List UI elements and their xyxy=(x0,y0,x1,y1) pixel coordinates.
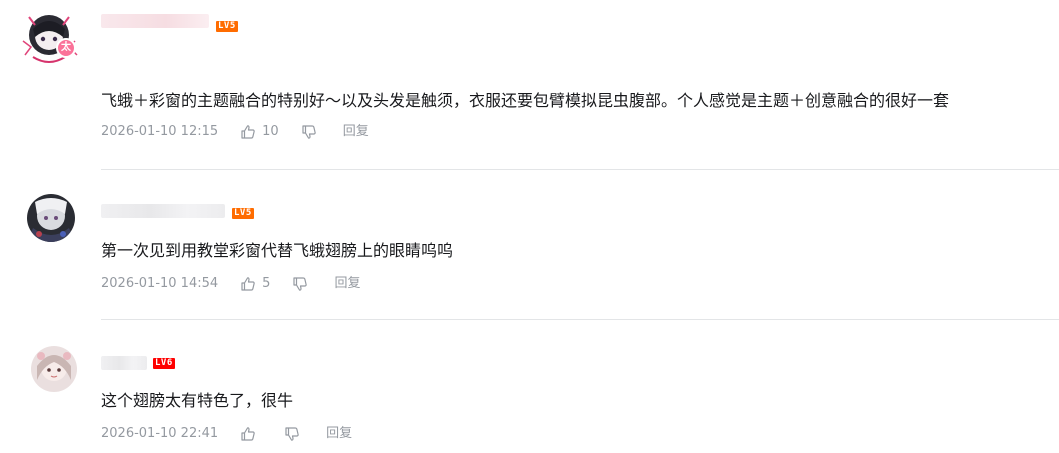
dislike-button[interactable] xyxy=(284,426,300,442)
comment-time: 2026-01-10 12:15 xyxy=(101,124,219,139)
avatar[interactable] xyxy=(27,194,75,242)
username[interactable] xyxy=(101,204,225,218)
comment-item: LV6 这个翅膀太有特色了，很牛 2026-01-10 22:41 回复 xyxy=(0,320,1059,453)
level-badge: LV5 xyxy=(232,208,254,219)
comment-meta: 2026-01-10 14:54 5 回复 xyxy=(101,274,360,294)
comment-item: LV5 第一次见到用教堂彩窗代替飞蛾翅膀上的眼睛呜呜 2026-01-10 14… xyxy=(0,170,1059,320)
reply-button[interactable]: 回复 xyxy=(334,274,360,294)
comment-item: 太 LV5 飞蛾＋彩窗的主题融合的特别好～以及头发是触须，衣服还要包臂模拟昆虫腹… xyxy=(0,0,1059,170)
avatar[interactable] xyxy=(31,346,77,392)
comment-text: 飞蛾＋彩窗的主题融合的特别好～以及头发是触须，衣服还要包臂模拟昆虫腹部。个人感觉… xyxy=(101,91,950,110)
reply-button[interactable]: 回复 xyxy=(326,424,352,444)
reply-button[interactable]: 回复 xyxy=(343,122,369,142)
username[interactable] xyxy=(101,356,147,370)
level-badge: LV6 xyxy=(153,358,175,369)
avatar-image xyxy=(31,346,77,392)
like-count: 5 xyxy=(262,276,271,291)
comment-text: 这个翅膀太有特色了，很牛 xyxy=(101,391,294,410)
level-badge: LV5 xyxy=(216,21,238,32)
user-badge: 太 xyxy=(56,38,76,58)
dislike-button[interactable] xyxy=(301,124,317,140)
comment-time: 2026-01-10 14:54 xyxy=(101,276,219,291)
thumbs-down-icon xyxy=(293,277,308,291)
thumbs-up-icon xyxy=(241,277,255,291)
avatar-image xyxy=(19,11,83,67)
dislike-button[interactable] xyxy=(292,276,308,292)
thumbs-down-icon xyxy=(302,125,316,139)
like-count: 10 xyxy=(262,124,279,139)
avatar-image xyxy=(27,194,75,242)
thumbs-down-icon xyxy=(285,427,299,441)
thumbs-up-icon xyxy=(241,125,255,139)
comment-text: 第一次见到用教堂彩窗代替飞蛾翅膀上的眼睛呜呜 xyxy=(101,241,454,260)
username[interactable] xyxy=(101,14,209,28)
comment-meta: 2026-01-10 12:15 10 回复 xyxy=(101,122,369,142)
avatar[interactable]: 太 xyxy=(19,11,83,67)
thumbs-up-icon xyxy=(241,427,255,441)
like-button[interactable]: 5 xyxy=(240,274,270,294)
like-button[interactable] xyxy=(240,426,262,442)
comment-time: 2026-01-10 22:41 xyxy=(101,426,219,441)
comment-meta: 2026-01-10 22:41 回复 xyxy=(101,424,352,444)
like-button[interactable]: 10 xyxy=(240,122,279,142)
